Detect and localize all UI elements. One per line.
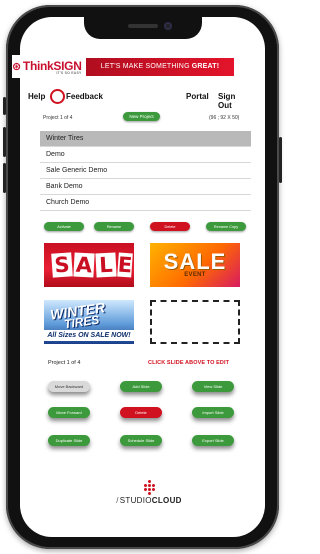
portal-link[interactable]: Portal bbox=[186, 92, 209, 101]
copy-project-button[interactable]: Rename Copy bbox=[206, 222, 246, 231]
activate-project-button[interactable]: Activate bbox=[44, 222, 84, 231]
edit-hint: CLICK SLIDE ABOVE TO EDIT bbox=[148, 360, 230, 366]
project-item-winter-tires[interactable]: Winter Tires bbox=[40, 131, 251, 147]
schedule-slide-button[interactable]: Schedule Slide bbox=[120, 435, 162, 446]
slide-winter-tires[interactable]: WINTER TIRES All Sizes ON SALE NOW! bbox=[44, 300, 134, 344]
tagline-text: LET'S MAKE SOMETHING bbox=[100, 63, 190, 70]
slide-footer: Project 1 of 4 CLICK SLIDE ABOVE TO EDIT bbox=[46, 360, 256, 370]
sale-letter-l: L bbox=[95, 252, 117, 278]
studio-strong: CLOUD bbox=[151, 496, 182, 505]
sale-event-title: SALE bbox=[163, 249, 227, 274]
slash-icon: / bbox=[116, 496, 119, 505]
camera-icon bbox=[164, 22, 172, 30]
delete-project-button[interactable]: Delete bbox=[150, 222, 190, 231]
project-counter: Project 1 of 4 bbox=[43, 115, 73, 121]
sale-event-subtitle: EVENT bbox=[184, 272, 206, 278]
help-link[interactable]: Help bbox=[28, 92, 45, 101]
project-list: Winter Tires Demo Sale Generic Demo Bank… bbox=[40, 131, 251, 211]
project-item-bank-demo[interactable]: Bank Demo bbox=[40, 179, 251, 195]
slide-sale-red[interactable]: S A L E bbox=[44, 243, 134, 287]
move-forward-button[interactable]: Move Forward bbox=[48, 407, 90, 418]
studio-prefix: STUDIO bbox=[119, 496, 152, 505]
volume-down-button bbox=[3, 163, 6, 193]
project-bar: Project 1 of 4 New Project (96 ; 92 X 50… bbox=[37, 112, 247, 124]
studiocloud-logo: /STUDIOCLOUD bbox=[104, 480, 194, 510]
mute-switch bbox=[3, 97, 6, 115]
winter-band: All Sizes ON SALE NOW! bbox=[44, 330, 134, 341]
phone-notch bbox=[84, 17, 202, 39]
export-slide-button[interactable]: Export Slide bbox=[192, 435, 234, 446]
duplicate-slide-button[interactable]: Duplicate Slide bbox=[48, 435, 90, 446]
help-circle-icon[interactable] bbox=[50, 89, 65, 104]
new-project-button[interactable]: New Project bbox=[123, 112, 160, 121]
volume-up-button bbox=[3, 127, 6, 157]
tagline-strong: GREAT! bbox=[191, 63, 220, 70]
slides-grid: S A L E SALE EVENT WINTER TIRES All Size… bbox=[42, 240, 252, 346]
sign-out-link[interactable]: Sign Out bbox=[218, 92, 242, 110]
view-slide-button[interactable]: View Slide bbox=[192, 381, 234, 392]
slide-counter: Project 1 of 4 bbox=[48, 360, 81, 366]
top-nav: Help Feedback Portal Sign Out bbox=[28, 89, 242, 110]
project-actions: Activate Rename Delete Rename Copy bbox=[44, 222, 254, 234]
slide-sale-event[interactable]: SALE EVENT bbox=[150, 243, 240, 287]
feedback-link[interactable]: Feedback bbox=[66, 92, 103, 101]
import-slide-button[interactable]: Import Slide bbox=[192, 407, 234, 418]
empty-slide-placeholder[interactable] bbox=[150, 300, 240, 344]
tagline-banner: LET'S MAKE SOMETHING GREAT! bbox=[86, 57, 234, 76]
thinksign-mark-icon: ⊛ bbox=[12, 61, 21, 73]
rename-project-button[interactable]: Rename bbox=[94, 222, 134, 231]
project-item-church-demo[interactable]: Church Demo bbox=[40, 195, 251, 211]
sale-letter-a: A bbox=[73, 252, 95, 278]
delete-slide-button[interactable]: Delete bbox=[120, 407, 162, 418]
header-banner: ⊛ ThinkSIGN IT'S SO EASY LET'S MAKE SOME… bbox=[12, 55, 234, 78]
studiocloud-mark-icon bbox=[142, 480, 158, 495]
power-button bbox=[279, 137, 282, 183]
thinksign-logo[interactable]: ⊛ ThinkSIGN IT'S SO EASY bbox=[12, 55, 86, 78]
project-item-sale-generic-demo[interactable]: Sale Generic Demo bbox=[40, 163, 251, 179]
add-slide-button[interactable]: Add Slide bbox=[120, 381, 162, 392]
sale-letter-e: E bbox=[117, 252, 134, 278]
sale-letter-s: S bbox=[51, 252, 73, 278]
speaker-icon bbox=[128, 24, 158, 28]
studiocloud-text: /STUDIOCLOUD bbox=[104, 496, 194, 505]
project-item-demo[interactable]: Demo bbox=[40, 147, 251, 163]
project-dimensions: (96 ; 92 X 50) bbox=[209, 115, 240, 121]
move-backward-button[interactable]: Move Backward bbox=[48, 381, 90, 392]
